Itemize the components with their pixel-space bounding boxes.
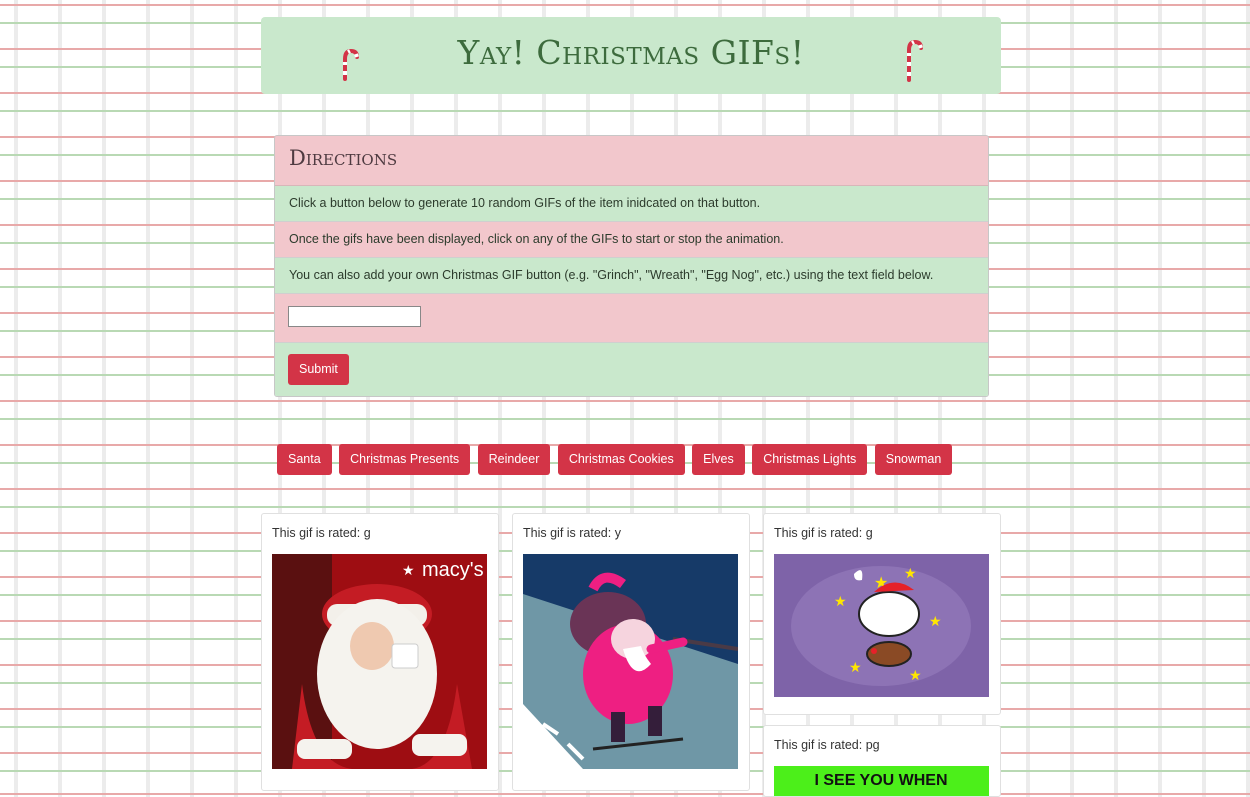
- gif-card: This gif is rated: g ★ ★ ★ ★ ★ ★: [763, 513, 1001, 715]
- gif-image-santa-mug[interactable]: macy's ★: [272, 554, 487, 769]
- directions-line-2: Once the gifs have been displayed, click…: [275, 222, 988, 258]
- submit-button[interactable]: Submit: [288, 354, 349, 385]
- topic-buttons: Santa Christmas Presents Reindeer Christ…: [277, 444, 955, 476]
- gif-card: This gif is rated: y: [512, 513, 750, 791]
- page-title: Yay! Christmas GIFs!: [457, 33, 805, 72]
- candy-cane-icon: [907, 39, 923, 82]
- macys-logo-text: macy's: [422, 559, 484, 581]
- submit-row: Submit: [275, 343, 988, 396]
- directions-heading: Directions: [275, 136, 988, 186]
- topic-button-christmas-cookies[interactable]: Christmas Cookies: [557, 444, 685, 475]
- topic-button-santa[interactable]: Santa: [277, 444, 332, 475]
- gif-rating: This gif is rated: g: [774, 526, 873, 540]
- gif-image-i-see-you[interactable]: I SEE YOU WHEN: [774, 766, 989, 796]
- svg-text:★: ★: [834, 593, 847, 609]
- topic-button-christmas-lights[interactable]: Christmas Lights: [752, 444, 868, 475]
- svg-text:★: ★: [849, 659, 862, 675]
- gif-image-santa-reindeer-cartoon[interactable]: ★ ★ ★ ★ ★ ★: [774, 554, 989, 697]
- gif-image-santa-skiing[interactable]: [523, 554, 738, 769]
- topic-button-elves[interactable]: Elves: [692, 444, 745, 475]
- gif-rating: This gif is rated: pg: [774, 738, 880, 752]
- topic-button-christmas-presents[interactable]: Christmas Presents: [339, 444, 471, 475]
- gif-rating: This gif is rated: y: [523, 526, 621, 540]
- directions-line-1: Click a button below to generate 10 rand…: [275, 186, 988, 222]
- svg-text:★: ★: [929, 613, 942, 629]
- directions-panel: Directions Click a button below to gener…: [274, 135, 989, 397]
- svg-text:★: ★: [909, 667, 922, 683]
- topic-button-snowman[interactable]: Snowman: [874, 444, 953, 475]
- topic-button-reindeer[interactable]: Reindeer: [477, 444, 551, 475]
- directions-line-3: You can also add your own Christmas GIF …: [275, 258, 988, 294]
- gif-card: This gif is rated: pg I SEE YOU WHEN: [763, 725, 1001, 797]
- new-topic-input[interactable]: [288, 306, 421, 327]
- gif-caption: I SEE YOU WHEN: [814, 772, 947, 789]
- svg-text:★: ★: [904, 565, 917, 581]
- page-header: Yay! Christmas GIFs!: [261, 17, 1001, 94]
- gif-rating: This gif is rated: g: [272, 526, 371, 540]
- input-row: [275, 294, 988, 343]
- gif-card: This gif is rated: g macy's ★: [261, 513, 499, 791]
- svg-text:★: ★: [402, 562, 415, 578]
